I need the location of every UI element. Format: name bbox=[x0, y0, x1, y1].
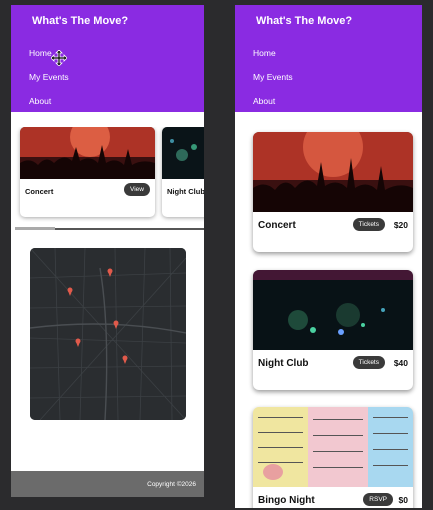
nav-link-my-events[interactable]: My Events bbox=[29, 72, 69, 82]
tickets-button[interactable]: Tickets bbox=[352, 356, 385, 369]
nav-link-home[interactable]: Home bbox=[253, 48, 276, 58]
concert-image bbox=[253, 132, 413, 212]
event-card-night-club[interactable]: Night Club bbox=[162, 127, 204, 217]
mobile-view-events: What's The Move? Home My Events About Co… bbox=[235, 5, 422, 508]
event-card-night-club[interactable]: Night Club Tickets $40 bbox=[253, 270, 413, 390]
carousel-scrollbar-thumb[interactable] bbox=[15, 227, 55, 230]
footer: Copyright ©2026 bbox=[11, 471, 204, 497]
card-title: Night Club bbox=[167, 187, 204, 196]
navbar: What's The Move? Home My Events About bbox=[11, 5, 204, 112]
brand-title[interactable]: What's The Move? bbox=[32, 15, 128, 27]
nav-link-about[interactable]: About bbox=[29, 96, 51, 106]
event-carousel[interactable]: Concert View Night Club bbox=[11, 127, 204, 222]
move-cursor-icon bbox=[51, 50, 67, 66]
night-club-image bbox=[162, 127, 204, 179]
navbar: What's The Move? Home My Events About bbox=[235, 5, 422, 112]
nav-link-home[interactable]: Home bbox=[29, 48, 52, 58]
event-card-bingo-night[interactable]: Bingo Night RSVP $0 bbox=[253, 407, 413, 508]
card-title: Concert bbox=[258, 220, 296, 231]
mobile-view-home: What's The Move? Home My Events About Co… bbox=[11, 5, 204, 497]
copyright-text: Copyright ©2026 bbox=[147, 481, 196, 488]
card-price: $0 bbox=[398, 495, 408, 505]
event-map[interactable] bbox=[30, 248, 186, 420]
rsvp-button[interactable]: RSVP bbox=[363, 493, 393, 506]
brand-title[interactable]: What's The Move? bbox=[256, 15, 352, 27]
card-title: Night Club bbox=[258, 358, 309, 369]
bingo-image bbox=[253, 407, 413, 487]
nav-link-my-events[interactable]: My Events bbox=[253, 72, 293, 82]
concert-image bbox=[20, 127, 155, 179]
view-button[interactable]: View bbox=[124, 183, 150, 196]
card-price: $20 bbox=[393, 220, 408, 230]
card-price: $40 bbox=[393, 358, 408, 368]
night-club-image bbox=[253, 270, 413, 350]
event-card-concert[interactable]: Concert View bbox=[20, 127, 155, 217]
event-card-concert[interactable]: Concert Tickets $20 bbox=[253, 132, 413, 252]
card-title: Concert bbox=[25, 187, 54, 196]
tickets-button[interactable]: Tickets bbox=[352, 218, 385, 231]
card-title: Bingo Night bbox=[258, 495, 315, 506]
nav-link-about[interactable]: About bbox=[253, 96, 275, 106]
